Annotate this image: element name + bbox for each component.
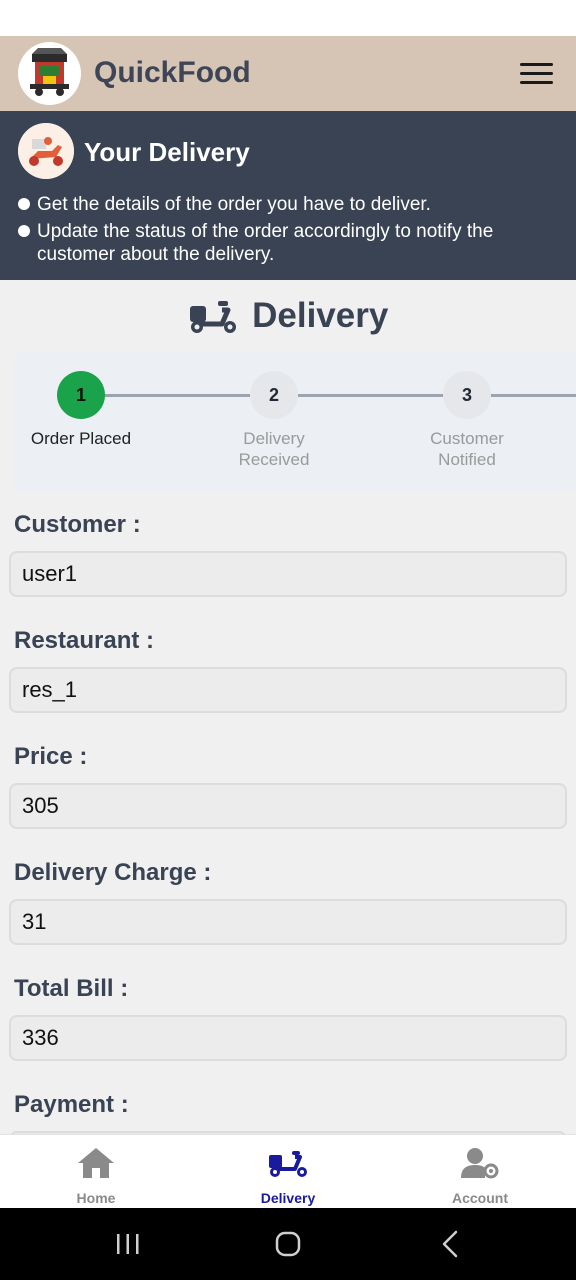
app-header: QuickFood bbox=[0, 36, 576, 111]
customer-field[interactable]: user1 bbox=[9, 551, 567, 597]
menu-bar bbox=[520, 81, 553, 84]
system-navigation-bar bbox=[0, 1208, 576, 1280]
price-field[interactable]: 305 bbox=[9, 783, 567, 829]
step-connector bbox=[491, 394, 576, 397]
step-connector bbox=[298, 394, 443, 397]
nav-delivery-label: Delivery bbox=[260, 1190, 316, 1206]
payment-label: Payment : bbox=[14, 1091, 129, 1118]
total-bill-label: Total Bill : bbox=[14, 975, 129, 1002]
bottom-navigation: Home Delivery Account bbox=[0, 1134, 576, 1208]
step-1-label: Order Placed bbox=[30, 429, 132, 448]
step-connector bbox=[105, 394, 250, 397]
app-screen: QuickFood Your Delivery Get the details … bbox=[0, 0, 576, 1280]
delivery-charge-label: Delivery Charge : bbox=[14, 859, 212, 886]
section-title: Delivery bbox=[252, 296, 389, 335]
delivery-scooter-illustration-icon bbox=[18, 123, 74, 179]
home-icon bbox=[78, 1148, 114, 1178]
nav-account-label: Account bbox=[452, 1190, 508, 1206]
step-2-indicator[interactable]: 2 bbox=[250, 371, 298, 419]
delivery-charge-field[interactable]: 31 bbox=[9, 899, 567, 945]
banner-instructions: Get the details of the order you have to… bbox=[18, 193, 548, 270]
menu-bar bbox=[520, 72, 553, 75]
user-settings-icon bbox=[461, 1148, 499, 1179]
food-truck-logo-icon[interactable] bbox=[18, 42, 81, 105]
instruction-item: Get the details of the order you have to… bbox=[18, 193, 548, 216]
delivery-scooter-icon bbox=[189, 301, 236, 333]
delivery-banner: Your Delivery Get the details of the ord… bbox=[0, 111, 576, 280]
total-bill-field[interactable]: 336 bbox=[9, 1015, 567, 1061]
bullet-icon bbox=[18, 225, 30, 237]
nav-account[interactable]: Account bbox=[384, 1135, 576, 1209]
delivery-stepper: 1 2 3 Order Placed Delivery Received Cus… bbox=[14, 352, 576, 492]
status-bar bbox=[0, 0, 576, 36]
instruction-text: Get the details of the order you have to… bbox=[37, 194, 431, 215]
restaurant-label: Restaurant : bbox=[14, 627, 155, 654]
banner-title: Your Delivery bbox=[84, 137, 250, 167]
nav-home[interactable]: Home bbox=[0, 1135, 192, 1209]
delivery-details: Delivery 1 2 3 Order Placed Delivery Rec… bbox=[0, 280, 576, 1134]
restaurant-field[interactable]: res_1 bbox=[9, 667, 567, 713]
step-2-label: Delivery Received bbox=[238, 429, 310, 469]
nav-home-label: Home bbox=[76, 1190, 116, 1206]
recent-apps-icon[interactable] bbox=[108, 1226, 148, 1262]
delivery-scooter-icon bbox=[269, 1151, 307, 1177]
back-icon[interactable] bbox=[430, 1226, 470, 1262]
app-title: QuickFood bbox=[94, 56, 251, 89]
step-3-indicator[interactable]: 3 bbox=[443, 371, 491, 419]
instruction-item: Update the status of the order according… bbox=[18, 220, 548, 266]
instruction-text: Update the status of the order according… bbox=[37, 221, 494, 265]
step-1-indicator[interactable]: 1 bbox=[57, 371, 105, 419]
menu-bar bbox=[520, 63, 553, 66]
bullet-icon bbox=[18, 198, 30, 210]
hamburger-menu-icon[interactable] bbox=[512, 58, 562, 92]
customer-label: Customer : bbox=[14, 511, 141, 538]
price-label: Price : bbox=[14, 743, 88, 770]
section-header: Delivery bbox=[0, 296, 576, 340]
step-3-label: Customer Notified bbox=[430, 429, 504, 469]
home-button-icon[interactable] bbox=[268, 1226, 308, 1262]
nav-delivery[interactable]: Delivery bbox=[192, 1135, 384, 1209]
